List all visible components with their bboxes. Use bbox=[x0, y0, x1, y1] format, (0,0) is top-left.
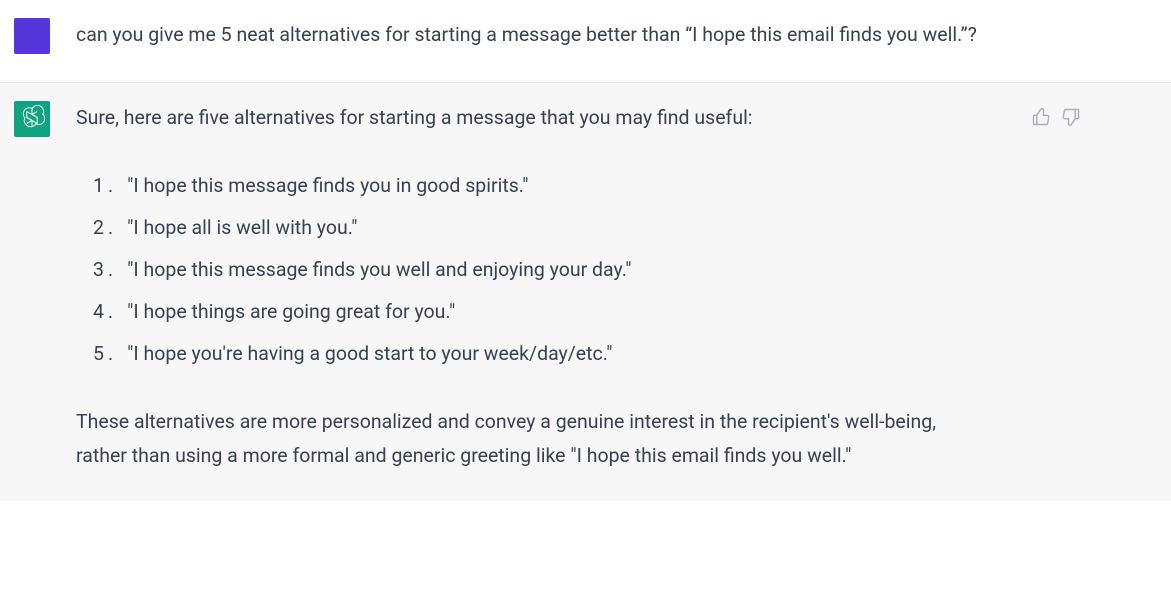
list-item-text: "I hope things are going great for you." bbox=[127, 291, 455, 333]
thumbs-down-icon[interactable] bbox=[1061, 107, 1081, 127]
user-message-row: can you give me 5 neat alternatives for … bbox=[0, 0, 1171, 83]
assistant-closing-text: These alternatives are more personalized… bbox=[76, 405, 969, 473]
list-item: 4 . "I hope things are going great for y… bbox=[76, 291, 969, 333]
list-number: 1 bbox=[76, 165, 108, 207]
list-item-text: "I hope you're having a good start to yo… bbox=[127, 333, 612, 375]
list-item: 3 . "I hope this message finds you well … bbox=[76, 249, 969, 291]
user-avatar bbox=[14, 18, 50, 54]
assistant-avatar bbox=[14, 101, 50, 137]
feedback-controls bbox=[1031, 101, 1081, 127]
user-message-text: can you give me 5 neat alternatives for … bbox=[76, 18, 1036, 52]
list-item: 2 . "I hope all is well with you." bbox=[76, 207, 969, 249]
alternatives-list: 1 . "I hope this message finds you in go… bbox=[76, 165, 969, 375]
list-item-text: "I hope this message finds you well and … bbox=[127, 249, 631, 291]
list-number: 5 bbox=[76, 333, 108, 375]
openai-logo-icon bbox=[19, 104, 45, 134]
assistant-message-row: Sure, here are five alternatives for sta… bbox=[0, 83, 1171, 501]
list-item-text: "I hope all is well with you." bbox=[127, 207, 357, 249]
list-number: 3 bbox=[76, 249, 108, 291]
list-number: 4 bbox=[76, 291, 108, 333]
assistant-intro-text: Sure, here are five alternatives for sta… bbox=[76, 101, 969, 135]
assistant-message-body: Sure, here are five alternatives for sta… bbox=[76, 101, 1005, 473]
list-item-text: "I hope this message finds you in good s… bbox=[127, 165, 528, 207]
list-item: 5 . "I hope you're having a good start t… bbox=[76, 333, 969, 375]
list-number: 2 bbox=[76, 207, 108, 249]
list-item: 1 . "I hope this message finds you in go… bbox=[76, 165, 969, 207]
thumbs-up-icon[interactable] bbox=[1031, 107, 1051, 127]
